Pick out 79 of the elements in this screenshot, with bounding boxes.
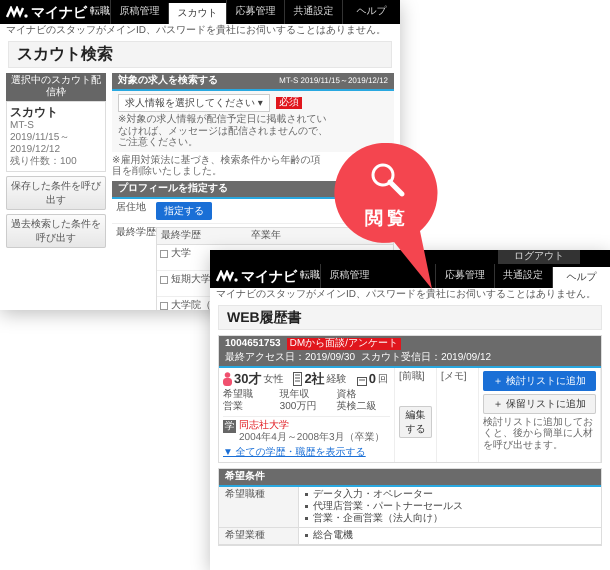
school-name: 同志社大学 <box>239 420 290 432</box>
specify-button[interactable]: 指定する <box>156 202 212 220</box>
add-list-button[interactable]: ＋ 保留リストに追加 <box>483 394 596 414</box>
page-title: WEB履歴書 <box>218 305 602 330</box>
required-badge: 必須 <box>276 97 302 110</box>
stat-unit: 回 <box>378 374 388 386</box>
building-icon <box>293 372 302 386</box>
condition-label: 希望業種 <box>219 528 299 544</box>
document-icon <box>356 377 367 386</box>
stat-value: 2社 <box>304 370 325 386</box>
notice-text: マイナビのスタッフがメインID、パスワードを貴社にお伺いすることはありません。 <box>215 288 597 302</box>
checkbox[interactable] <box>160 276 168 284</box>
detail-text: 希望職 <box>223 389 254 400</box>
notice-text: マイナビのスタッフがメインID、パスワードを貴社にお伺いすることはありません。 <box>5 24 387 38</box>
panel-title: プロフィールを指定する <box>118 182 228 195</box>
detail-text: 営業 <box>223 401 244 414</box>
bullet-icon <box>305 534 308 538</box>
condition-item: データ入力・オペレーター <box>313 488 433 500</box>
panel-title: 対象の求人を検索する <box>118 75 218 88</box>
sidebar-button[interactable]: 過去検索した条件を呼び出す <box>6 214 106 248</box>
education-icon: 学 <box>223 420 236 434</box>
add-list-button[interactable]: ＋ 検討リストに追加 <box>483 370 596 391</box>
column-header: 最終学歴 <box>160 228 202 243</box>
note-text: ※雇用対策法に基づき、検索条件から年齢の項目を削除いたしました。 <box>112 154 322 178</box>
detail-text: 資格 <box>336 389 358 400</box>
access-date: 最終アクセス日：2019/09/30 <box>225 352 356 364</box>
access-date: スカウト受信日：2019/09/12 <box>361 352 492 364</box>
stat-unit: 経験 <box>326 374 347 386</box>
field-label: 居住地 <box>116 202 147 215</box>
memo-label: [メモ] <box>441 370 468 383</box>
status-badge: DMから面談/アンケート <box>286 338 401 350</box>
bullet-icon <box>305 517 308 520</box>
checkbox[interactable] <box>160 302 168 310</box>
table-cell: 大学院（ <box>171 300 211 310</box>
logo-text: マイナビ <box>31 4 87 20</box>
stat-value: 0 <box>368 370 376 386</box>
stat-unit: 女性 <box>263 374 284 386</box>
panel-title: 希望条件 <box>225 470 265 483</box>
checkbox[interactable] <box>160 250 168 258</box>
column-header: 卒業年 <box>250 228 282 243</box>
detail-text: 300万円 <box>280 401 318 414</box>
condition-label: 希望職種 <box>219 486 299 527</box>
stat-value: 30才 <box>234 370 262 386</box>
plan-period: 2019/11/15～2019/12/12 <box>10 132 70 156</box>
logo-text: マイナビ <box>241 268 297 284</box>
person-icon <box>223 372 232 386</box>
nav-tab[interactable]: スカウト <box>168 3 226 24</box>
logo-subtitle: 転職 <box>300 270 320 282</box>
search-icon <box>369 161 405 197</box>
bullet-icon <box>305 493 308 496</box>
plan-name: スカウト <box>10 105 59 120</box>
condition-item: 総合電機 <box>313 530 353 542</box>
bullet-icon <box>305 505 308 508</box>
logout-button[interactable]: ログアウト <box>498 250 580 264</box>
bubble-label: 閲覧 <box>364 207 410 229</box>
page-title: スカウト検索 <box>8 41 392 68</box>
plan-code: MT-S <box>10 120 35 132</box>
sidebar-button[interactable]: 保存した条件を呼び出す <box>6 176 106 210</box>
logo-subtitle: 転職 <box>90 6 110 18</box>
action-note: 検討リストに追加しておくと、後から簡単に人材を呼び出せます。 <box>483 416 594 452</box>
edit-button[interactable]: 編集する <box>399 406 432 438</box>
sidebar-header: 選択中のスカウト配信枠 <box>6 73 106 102</box>
detail-text: 英検二級 <box>336 401 378 414</box>
condition-item: 代理店営業・パートナーセールス <box>313 500 463 512</box>
job-select[interactable]: 求人情報を選択してください ▾ <box>118 94 270 112</box>
logo-icon <box>216 270 238 282</box>
field-label: 最終学歴 <box>116 226 156 240</box>
show-all-link[interactable]: ▼ 全ての学歴・職歴を表示する <box>223 446 390 459</box>
remaining-count: 残り件数：100 <box>10 156 78 168</box>
logo-icon <box>6 6 28 18</box>
condition-item: 営業・企画営業（法人向け） <box>313 512 443 525</box>
candidate-id: 1004651753 <box>225 338 281 350</box>
nav-tab[interactable]: ヘルプ <box>552 267 610 288</box>
memo-label: [前職] <box>399 370 426 383</box>
table-cell: 大学 <box>171 248 191 260</box>
note-text: ※対象の求人情報が配信予定日に掲載されていなければ、メッセージは配信されませんので、ご注意ください。 <box>118 114 329 149</box>
panel-period: MT-S 2019/11/15～2019/12/12 <box>279 76 388 86</box>
detail-text: 現年収 <box>280 389 311 401</box>
school-period: 2004年4月～2008年3月（卒業） <box>239 432 385 444</box>
